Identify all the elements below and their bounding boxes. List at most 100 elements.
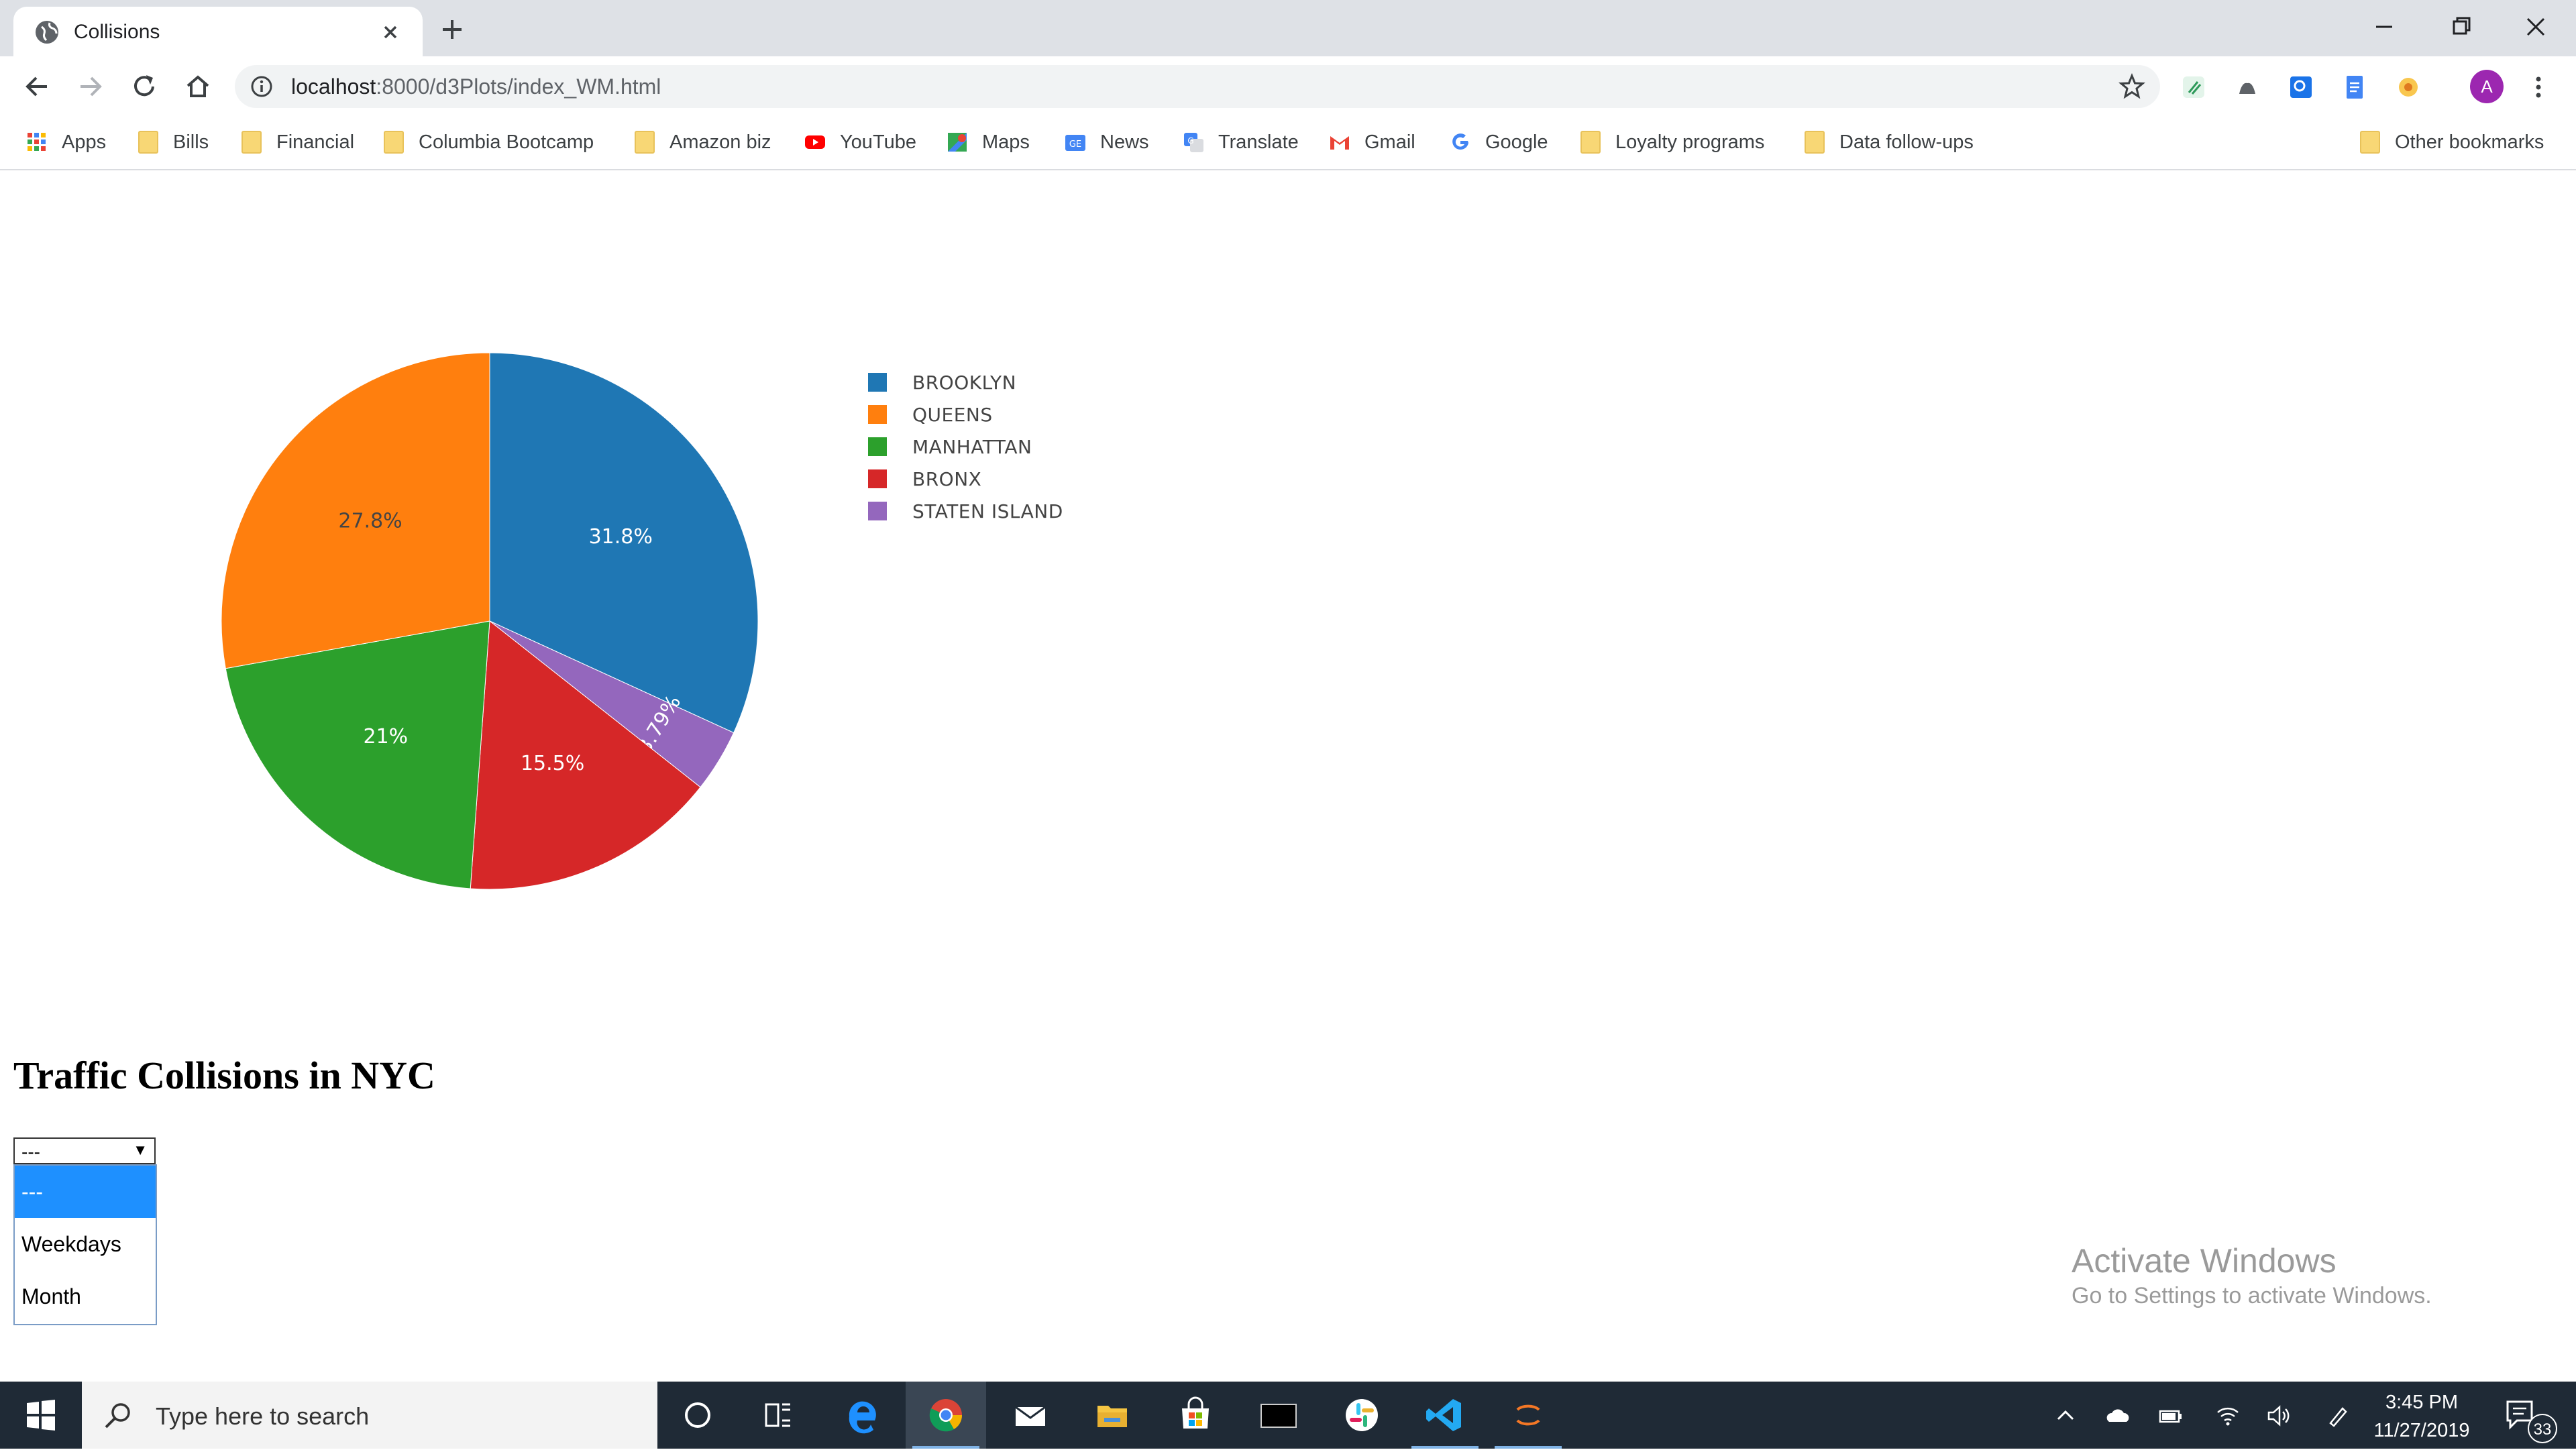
legend-label: MANHATTAN xyxy=(912,435,1032,458)
edge-browser-icon[interactable] xyxy=(822,1382,903,1449)
microsoft-store-icon[interactable] xyxy=(1155,1382,1236,1449)
taskbar-search-box[interactable]: Type here to search xyxy=(82,1382,657,1449)
legend-item-manhattan[interactable]: MANHATTAN xyxy=(868,431,1063,463)
select-option[interactable]: Month xyxy=(15,1270,156,1323)
jupyter-taskbar-app[interactable] xyxy=(1488,1382,1568,1449)
file-explorer-icon[interactable] xyxy=(1072,1382,1152,1449)
select-current-value: --- xyxy=(21,1141,40,1162)
bookmark-google[interactable]: Google xyxy=(1449,125,1548,160)
url-text: localhost:8000/d3Plots/index_WM.html xyxy=(291,74,661,99)
folder-icon xyxy=(384,131,404,154)
view-select[interactable]: --- ▼ xyxy=(13,1137,156,1164)
restore-window-icon[interactable] xyxy=(2434,7,2487,47)
bookmark-loyalty-programs[interactable]: Loyalty programs xyxy=(1580,125,1764,160)
bookmark-gmail[interactable]: Gmail xyxy=(1328,125,1415,160)
running-app-indicator xyxy=(1411,1446,1479,1449)
jupyter-icon xyxy=(1516,1404,1540,1426)
legend-item-queens[interactable]: QUEENS xyxy=(868,398,1063,431)
back-arrow-icon[interactable] xyxy=(20,70,54,103)
extension-ghost-icon[interactable] xyxy=(2234,74,2261,101)
windows-taskbar: Type here to search 3:45 PM 11/27/2019 3… xyxy=(0,1382,2576,1449)
bookmark-star-icon[interactable] xyxy=(2118,73,2145,100)
vscode-taskbar-app[interactable] xyxy=(1405,1382,1485,1449)
volume-icon[interactable] xyxy=(2265,1402,2293,1430)
onedrive-cloud-icon[interactable] xyxy=(2104,1402,2132,1430)
legend-swatch xyxy=(868,469,887,488)
pie-chart: 31.8%3.79%15.5%21%27.8% xyxy=(221,352,759,890)
chrome-taskbar-app[interactable] xyxy=(906,1382,986,1449)
bookmark-other-bookmarks[interactable]: Other bookmarks xyxy=(2360,125,2544,160)
bookmark-apps[interactable]: Apps xyxy=(25,125,106,160)
cortana-icon[interactable] xyxy=(657,1382,738,1449)
windows-start-icon[interactable] xyxy=(0,1382,80,1449)
address-bar[interactable]: localhost:8000/d3Plots/index_WM.html xyxy=(235,65,2160,108)
legend-item-bronx[interactable]: BRONX xyxy=(868,463,1063,495)
slack-icon[interactable] xyxy=(1322,1382,1402,1449)
profile-avatar[interactable]: A xyxy=(2470,70,2504,103)
task-view-icon[interactable] xyxy=(738,1382,818,1449)
taskbar-clock[interactable]: 3:45 PM 11/27/2019 xyxy=(2361,1388,2482,1445)
clock-date: 11/27/2019 xyxy=(2373,1420,2470,1441)
notification-count-badge: 33 xyxy=(2528,1414,2557,1443)
select-option[interactable]: Weekdays xyxy=(15,1218,156,1270)
close-window-icon[interactable] xyxy=(2509,7,2563,47)
legend-item-brooklyn[interactable]: BROOKLYN xyxy=(868,366,1063,398)
bookmark-financial[interactable]: Financial xyxy=(241,125,354,160)
translate-icon: G xyxy=(1184,133,1203,152)
vscode-icon xyxy=(1426,1399,1461,1431)
tab-collisions[interactable]: Collisions xyxy=(13,7,423,56)
reload-icon[interactable] xyxy=(127,70,161,103)
forward-arrow-icon[interactable] xyxy=(74,70,107,103)
bookmark-columbia-bootcamp[interactable]: Columbia Bootcamp xyxy=(384,125,594,160)
youtube-icon xyxy=(805,135,825,149)
bookmarks-bar: Apps Bills Financial Columbia Bootcamp A… xyxy=(0,117,2576,170)
folder-icon xyxy=(635,131,655,154)
battery-icon[interactable] xyxy=(2156,1402,2184,1430)
legend-swatch xyxy=(868,373,887,392)
minimize-window-icon[interactable] xyxy=(2357,7,2411,47)
folder-icon xyxy=(1580,131,1601,154)
legend-item-staten-island[interactable]: STATEN ISLAND xyxy=(868,495,1063,527)
bookmark-youtube[interactable]: YouTube xyxy=(804,125,916,160)
watermark-subtitle: Go to Settings to activate Windows. xyxy=(2072,1283,2432,1308)
maps-icon xyxy=(948,133,967,152)
extension-reader-icon[interactable] xyxy=(2288,74,2314,101)
bookmark-maps[interactable]: Maps xyxy=(946,125,1030,160)
chart-legend: BROOKLYN QUEENS MANHATTAN BRONX STATEN I… xyxy=(868,366,1063,527)
apps-grid-icon xyxy=(28,133,46,151)
close-tab-icon[interactable] xyxy=(376,17,405,47)
extension-clip-icon[interactable] xyxy=(2180,74,2207,101)
bookmark-amazon-biz[interactable]: Amazon biz xyxy=(635,125,771,160)
wifi-icon[interactable] xyxy=(2214,1402,2242,1430)
extension-honey-icon[interactable] xyxy=(2395,74,2422,101)
show-hidden-icons-chevron-icon[interactable] xyxy=(2051,1402,2080,1430)
bookmark-translate[interactable]: G Translate xyxy=(1182,125,1299,160)
search-icon xyxy=(105,1403,130,1429)
bookmark-data-follow-ups[interactable]: Data follow-ups xyxy=(1805,125,1974,160)
terminal-icon[interactable] xyxy=(1238,1382,1319,1449)
menu-kebab-icon[interactable] xyxy=(2525,74,2552,101)
tab-title: Collisions xyxy=(74,21,160,43)
page-title: Traffic Collisions in NYC xyxy=(13,1054,435,1097)
new-tab-plus-icon[interactable] xyxy=(436,13,468,46)
pie-slice-label: 21% xyxy=(364,725,409,748)
google-docs-icon[interactable] xyxy=(2341,74,2368,101)
mail-icon[interactable] xyxy=(990,1382,1071,1449)
watermark-title: Activate Windows xyxy=(2072,1242,2337,1280)
home-icon[interactable] xyxy=(181,70,215,103)
news-icon: GE xyxy=(1065,135,1085,151)
pen-ink-workspace-icon[interactable] xyxy=(2324,1402,2352,1430)
browser-tab-strip: Collisions xyxy=(0,0,2576,56)
select-option[interactable]: --- xyxy=(15,1166,156,1218)
running-app-indicator xyxy=(1495,1446,1562,1449)
info-icon[interactable] xyxy=(250,74,274,99)
legend-swatch xyxy=(868,502,887,520)
folder-icon xyxy=(241,131,262,154)
page-content: 31.8% 3.79% 15.5% 21% 27.8% BROOKLYN QUEENS … xyxy=(0,170,2576,1382)
bookmark-news[interactable]: GE News xyxy=(1064,125,1149,160)
legend-swatch xyxy=(868,405,887,424)
pie-slice-label: 27.8% xyxy=(338,510,402,533)
activate-windows-watermark: Activate Windows Go to Settings to activ… xyxy=(2072,1241,2432,1310)
legend-label: QUEENS xyxy=(912,403,993,426)
bookmark-bills[interactable]: Bills xyxy=(138,125,209,160)
